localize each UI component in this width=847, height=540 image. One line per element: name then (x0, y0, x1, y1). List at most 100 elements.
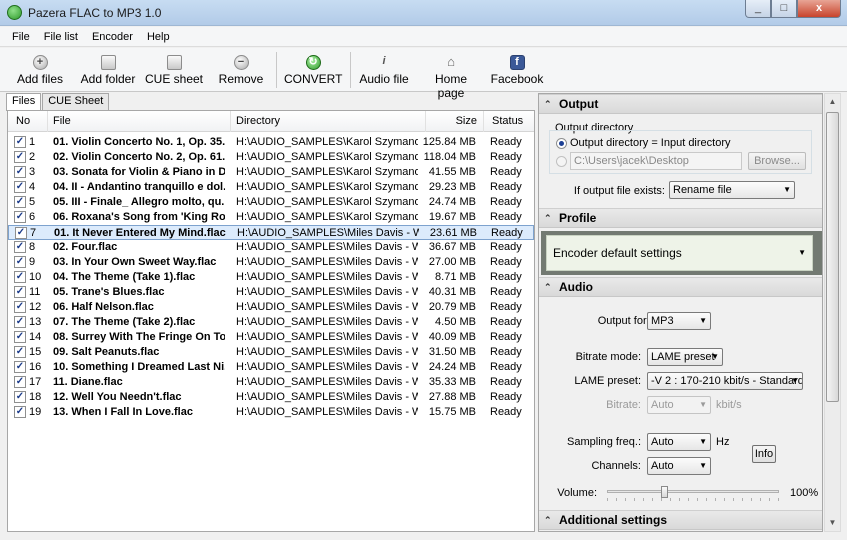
tab-cue-sheet[interactable]: CUE Sheet (42, 93, 110, 110)
cue-sheet-button[interactable]: CUE sheet (144, 52, 204, 90)
row-checkbox[interactable]: ✓ (14, 331, 26, 343)
folder-icon (100, 55, 116, 70)
scroll-up-icon[interactable]: ▲ (825, 94, 840, 110)
table-row[interactable]: ✓ 16 10. Something I Dreamed Last Ni... H:\… (8, 360, 534, 375)
row-number: 13 (29, 316, 42, 328)
menu-file[interactable]: File (0, 27, 37, 46)
bitrate-unit: kbit/s (716, 399, 742, 411)
row-directory: H:\AUDIO_SAMPLES\Miles Davis - Worki... (236, 271, 418, 283)
output-format-select[interactable]: MP3 ▼ (647, 312, 711, 330)
custom-dir-radio[interactable] (556, 156, 567, 167)
row-checkbox[interactable]: ✓ (14, 286, 26, 298)
table-row[interactable]: ✓ 12 06. Half Nelson.flac H:\AUDIO_SAMPLES\… (8, 300, 534, 315)
row-checkbox[interactable]: ✓ (14, 151, 26, 163)
table-row[interactable]: ✓ 18 12. Well You Needn't.flac H:\AUDIO_SAM… (8, 390, 534, 405)
minimize-button[interactable]: _ (745, 0, 771, 18)
home-page-button[interactable]: ⌂ Home page (420, 52, 482, 100)
remove-button[interactable]: − Remove (216, 52, 266, 90)
add-files-button[interactable]: + Add files (14, 52, 66, 90)
column-size[interactable]: Size (426, 111, 484, 132)
row-checkbox[interactable]: ✓ (14, 181, 26, 193)
bitrate-label: Bitrate: (606, 399, 641, 411)
browse-button[interactable]: Browse... (748, 152, 806, 170)
row-checkbox[interactable]: ✓ (15, 227, 27, 239)
maximize-button[interactable]: □ (771, 0, 797, 18)
sampling-select[interactable]: Auto ▼ (647, 433, 711, 451)
row-number: 3 (29, 166, 36, 178)
scrollbar-thumb[interactable] (826, 112, 839, 402)
table-row[interactable]: ✓ 1 01. Violin Concerto No. 1, Op. 35.fl..… (8, 135, 534, 150)
row-checkbox[interactable]: ✓ (14, 391, 26, 403)
bitrate-mode-value: LAME preset (651, 351, 715, 363)
bitrate-mode-select[interactable]: LAME preset ▼ (647, 348, 723, 366)
table-row[interactable]: ✓ 8 02. Four.flac H:\AUDIO_SAMPLES\Miles Da… (8, 240, 534, 255)
scroll-down-icon[interactable]: ▼ (825, 515, 840, 531)
toolbar: + Add files Add folder CUE sheet − Remov… (0, 48, 847, 100)
row-checkbox[interactable]: ✓ (14, 406, 26, 418)
facebook-button[interactable]: f Facebook (490, 52, 544, 90)
table-row[interactable]: ✓ 3 03. Sonata for Violin & Piano in D ...… (8, 165, 534, 180)
row-status: Ready (490, 361, 522, 373)
table-row[interactable]: ✓ 4 04. II - Andantino tranquillo e dol...… (8, 180, 534, 195)
row-checkbox[interactable]: ✓ (14, 376, 26, 388)
row-checkbox[interactable]: ✓ (14, 271, 26, 283)
table-row[interactable]: ✓ 6 06. Roxana's Song from 'King Ro... H:\A… (8, 210, 534, 225)
exists-select[interactable]: Rename file ▼ (669, 181, 795, 199)
additional-section-header[interactable]: ⌃ Additional settings (539, 510, 822, 530)
row-file-name: 06. Half Nelson.flac (53, 301, 154, 313)
column-file[interactable]: File (48, 111, 231, 132)
table-row[interactable]: ✓ 9 03. In Your Own Sweet Way.flac H:\AUDIO… (8, 255, 534, 270)
profile-select[interactable]: Encoder default settings ▼ (546, 235, 813, 271)
close-button[interactable]: x (797, 0, 841, 18)
table-row[interactable]: ✓ 10 04. The Theme (Take 1).flac H:\AUDIO_S… (8, 270, 534, 285)
table-row[interactable]: ✓ 19 13. When I Fall In Love.flac H:\AUDIO_… (8, 405, 534, 420)
input-dir-radio-label[interactable]: Output directory = Input directory (570, 137, 731, 149)
table-row[interactable]: ✓ 5 05. III - Finale_ Allegro molto, qu...… (8, 195, 534, 210)
channels-select[interactable]: Auto ▼ (647, 457, 711, 475)
output-dir-field[interactable]: C:\Users\jacek\Desktop (570, 152, 742, 170)
row-status: Ready (490, 331, 522, 343)
table-row[interactable]: ✓ 7 01. It Never Entered My Mind.flac H:\AU… (8, 225, 534, 240)
profile-section-header[interactable]: ⌃ Profile (539, 208, 822, 228)
lame-preset-label: LAME preset: (574, 375, 641, 387)
row-checkbox[interactable]: ✓ (14, 256, 26, 268)
row-checkbox[interactable]: ✓ (14, 136, 26, 148)
tab-files[interactable]: Files (6, 93, 42, 111)
menu-encoder[interactable]: Encoder (85, 27, 140, 46)
output-section-header[interactable]: ⌃ Output (539, 94, 822, 114)
row-number: 18 (29, 391, 42, 403)
audio-file-button[interactable]: i Audio file (358, 52, 410, 90)
row-checkbox[interactable]: ✓ (14, 196, 26, 208)
input-dir-radio[interactable] (556, 138, 567, 149)
bitrate-select[interactable]: Auto ▼ (647, 396, 711, 414)
row-checkbox[interactable]: ✓ (14, 301, 26, 313)
row-checkbox[interactable]: ✓ (14, 361, 26, 373)
row-checkbox[interactable]: ✓ (14, 241, 26, 253)
lame-preset-select[interactable]: -V 2 : 170-210 kbit/s - Standard ▼ (647, 372, 803, 390)
table-row[interactable]: ✓ 2 02. Violin Concerto No. 2, Op. 61.fl..… (8, 150, 534, 165)
volume-slider-thumb[interactable] (661, 486, 669, 498)
toolbar-separator (350, 52, 351, 88)
volume-slider-track[interactable] (607, 490, 779, 493)
menu-file-list[interactable]: File list (37, 27, 85, 46)
file-list[interactable]: No File Directory Size Status ✓ 1 01. Viol… (7, 110, 535, 532)
row-checkbox[interactable]: ✓ (14, 346, 26, 358)
table-row[interactable]: ✓ 13 07. The Theme (Take 2).flac H:\AUDIO_S… (8, 315, 534, 330)
table-row[interactable]: ✓ 11 05. Trane's Blues.flac H:\AUDIO_SAMPLE… (8, 285, 534, 300)
column-status[interactable]: Status (484, 111, 534, 132)
convert-button[interactable]: ↻ CONVERT (284, 52, 342, 90)
add-folder-button[interactable]: Add folder (78, 52, 138, 90)
column-directory[interactable]: Directory (231, 111, 426, 132)
column-no[interactable]: No (8, 111, 48, 132)
settings-scrollbar[interactable]: ▲ ▼ (824, 93, 841, 532)
row-checkbox[interactable]: ✓ (14, 316, 26, 328)
table-row[interactable]: ✓ 15 09. Salt Peanuts.flac H:\AUDIO_SAMPLES… (8, 345, 534, 360)
audio-section-header[interactable]: ⌃ Audio (539, 277, 822, 297)
row-status: Ready (490, 316, 522, 328)
info-button[interactable]: Info (752, 445, 776, 463)
menu-help[interactable]: Help (140, 27, 177, 46)
row-checkbox[interactable]: ✓ (14, 166, 26, 178)
table-row[interactable]: ✓ 14 08. Surrey With The Fringe On To... H:… (8, 330, 534, 345)
table-row[interactable]: ✓ 17 11. Diane.flac H:\AUDIO_SAMPLES\Miles … (8, 375, 534, 390)
row-checkbox[interactable]: ✓ (14, 211, 26, 223)
